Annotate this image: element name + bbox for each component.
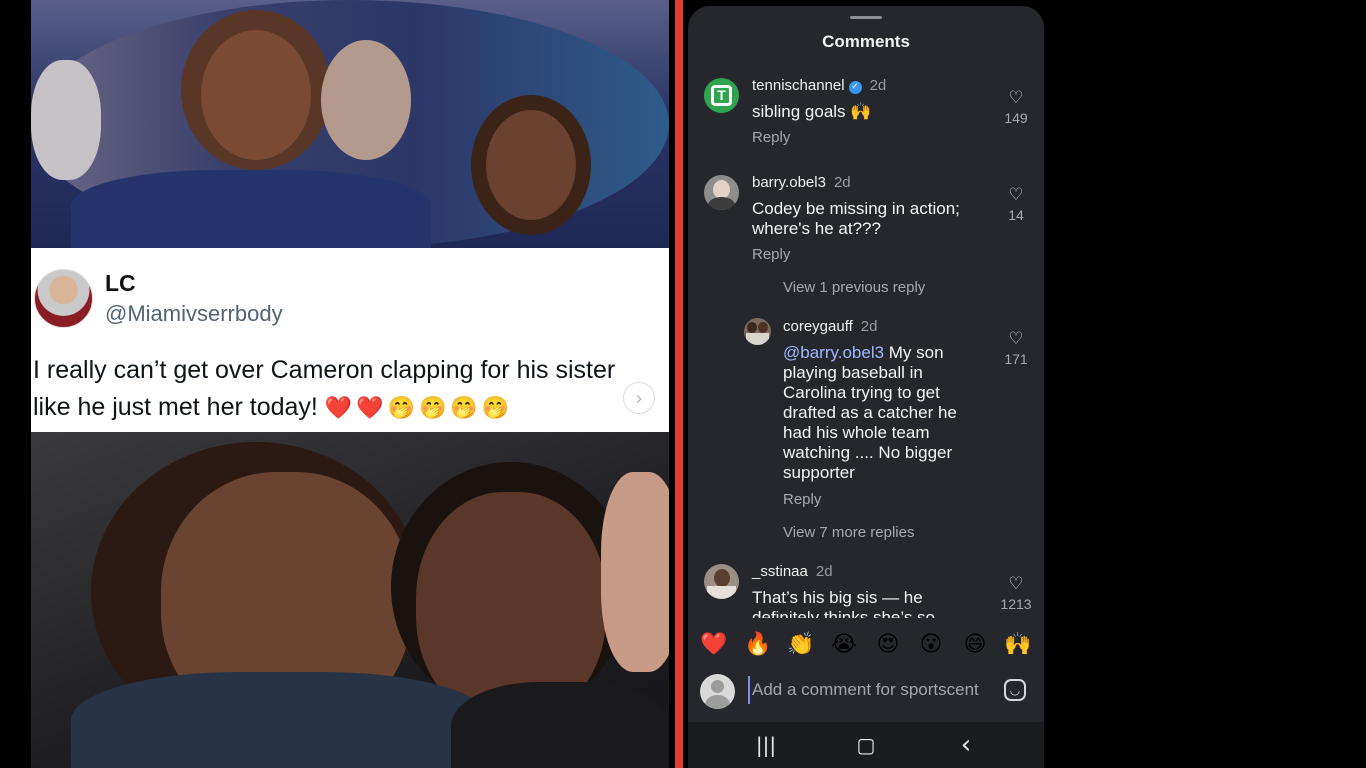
bottom-photo-smiling-pair <box>31 432 669 768</box>
emoji-raised-hands-button[interactable]: 🙌 <box>1003 630 1033 660</box>
sticker-icon[interactable]: ◡ <box>1004 679 1026 701</box>
tweet-avatar <box>34 269 93 328</box>
comment-item: _sstinaa 2d That’s his big sis — he defin… <box>688 6 1044 618</box>
home-button[interactable]: ▢ <box>851 732 881 758</box>
like-button[interactable]: ♡ 1213 <box>996 574 1036 612</box>
like-count: 1213 <box>1000 596 1032 612</box>
comment-age: 2d <box>815 563 833 580</box>
split-divider <box>675 0 683 768</box>
emoji-fire-button[interactable]: 🔥 <box>743 630 773 660</box>
comments-sheet: Comments T tennischannel ✓ 2d sibling goal… <box>688 6 1044 768</box>
recents-button[interactable]: ||| <box>751 732 781 758</box>
emoji-heart-button[interactable]: ❤️ <box>699 630 729 660</box>
tweet-text: I really can’t get over Cameron clapping… <box>33 352 658 427</box>
emoji-surprised-button[interactable]: 😮 <box>916 630 946 660</box>
carousel-next-button[interactable]: › <box>623 382 655 414</box>
comment-composer: ◡ <box>688 666 1044 722</box>
comment-text: That’s his big sis — he definitely think… <box>752 588 936 618</box>
comment-username[interactable]: _sstinaa 2d <box>752 563 833 580</box>
emoji-clap-button[interactable]: 👏 <box>786 630 816 660</box>
emoji-heart-eyes-button[interactable]: 😍 <box>873 630 903 660</box>
tweet-emojis: ❤️❤️🤭🤭🤭🤭 <box>324 396 514 421</box>
username-text[interactable]: _sstinaa <box>752 563 808 580</box>
back-button[interactable]: ‹ <box>951 732 981 758</box>
heart-outline-icon[interactable]: ♡ <box>996 574 1036 594</box>
system-nav-bar: ||| ▢ ‹ <box>688 722 1044 768</box>
comment-input[interactable] <box>748 676 998 704</box>
tweet-author-name: LC <box>105 270 136 296</box>
current-user-avatar <box>700 674 735 709</box>
top-photo-crowd <box>31 0 669 248</box>
post-image-carousel[interactable]: LC @Miamivserrbody I really can’t get ov… <box>31 0 669 768</box>
avatar[interactable] <box>704 564 739 599</box>
emoji-reaction-bar: ❤️ 🔥 👏 😭 😍 😮 😄 🙌 <box>688 618 1044 668</box>
tweet-author-handle: @Miamivserrbody <box>105 301 283 326</box>
emoji-cry-button[interactable]: 😭 <box>829 630 859 660</box>
emoji-laugh-button[interactable]: 😄 <box>960 630 990 660</box>
tweet-card: LC @Miamivserrbody I really can’t get ov… <box>31 248 669 432</box>
